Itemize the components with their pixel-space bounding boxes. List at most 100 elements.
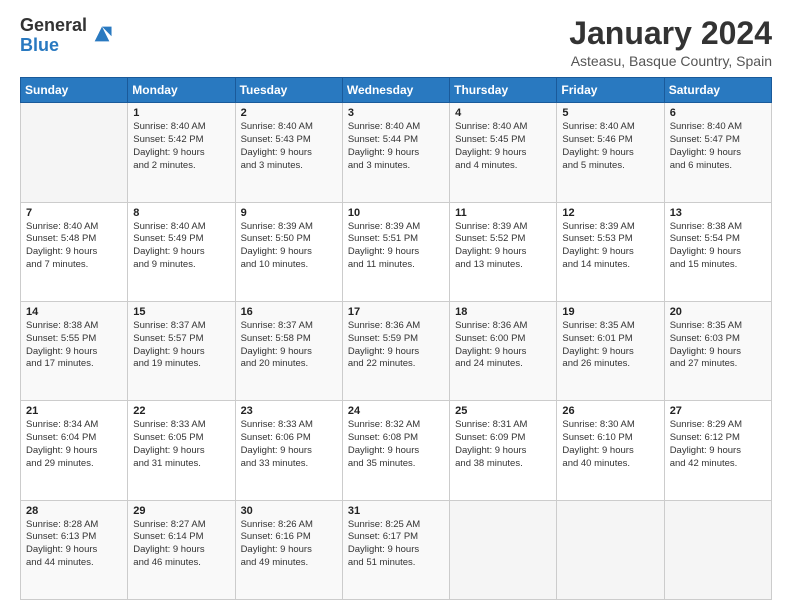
cell-date: 4: [455, 107, 551, 119]
calendar-cell: 18Sunrise: 8:36 AMSunset: 6:00 PMDayligh…: [450, 301, 557, 400]
calendar-cell: 15Sunrise: 8:37 AMSunset: 5:57 PMDayligh…: [128, 301, 235, 400]
cell-info: Sunrise: 8:25 AMSunset: 6:17 PMDaylight:…: [348, 519, 444, 570]
logo-blue: Blue: [20, 36, 87, 56]
calendar-cell: 30 Sunrise: 8:26 AMSunset: 6:16 PMDayligh…: [235, 500, 342, 599]
cell-info: Sunrise: 8:40 AMSunset: 5:42 PMDaylight:…: [133, 121, 229, 172]
calendar-day-header: Wednesday: [342, 78, 449, 103]
title-block: January 2024 Asteasu, Basque Country, Sp…: [569, 16, 772, 69]
cell-date: 30: [241, 505, 337, 517]
cell-date: 14: [26, 306, 122, 318]
calendar-cell: 1Sunrise: 8:40 AMSunset: 5:42 PMDaylight…: [128, 103, 235, 202]
calendar-day-header: Thursday: [450, 78, 557, 103]
cell-info: Sunrise: 8:39 AMSunset: 5:50 PMDaylight:…: [241, 221, 337, 272]
header: General Blue January 2024 Asteasu, Basqu…: [20, 16, 772, 69]
calendar-cell: 4 Sunrise: 8:40 AMSunset: 5:45 PMDaylight…: [450, 103, 557, 202]
cell-date: 22: [133, 405, 229, 417]
calendar-header-row: SundayMondayTuesdayWednesdayThursdayFrid…: [21, 78, 772, 103]
cell-info: Sunrise: 8:40 AMSunset: 5:45 PMDaylight:…: [455, 121, 551, 172]
cell-info: Sunrise: 8:39 AMSunset: 5:53 PMDaylight:…: [562, 221, 658, 272]
calendar-cell: 16Sunrise: 8:37 AMSunset: 5:58 PMDayligh…: [235, 301, 342, 400]
subtitle: Asteasu, Basque Country, Spain: [569, 53, 772, 69]
logo-general: General: [20, 16, 87, 36]
cell-info: Sunrise: 8:32 AMSunset: 6:08 PMDaylight:…: [348, 419, 444, 470]
calendar-week-row: 21Sunrise: 8:34 AMSunset: 6:04 PMDayligh…: [21, 401, 772, 500]
calendar-day-header: Tuesday: [235, 78, 342, 103]
calendar-cell: 20Sunrise: 8:35 AMSunset: 6:03 PMDayligh…: [664, 301, 771, 400]
cell-info: Sunrise: 8:40 AMSunset: 5:43 PMDaylight:…: [241, 121, 337, 172]
cell-info: Sunrise: 8:40 AMSunset: 5:46 PMDaylight:…: [562, 121, 658, 172]
calendar-cell: 25 Sunrise: 8:31 AMSunset: 6:09 PMDayligh…: [450, 401, 557, 500]
calendar-cell: 7Sunrise: 8:40 AMSunset: 5:48 PMDaylight…: [21, 202, 128, 301]
cell-date: 26: [562, 405, 658, 417]
calendar-cell: 13 Sunrise: 8:38 AMSunset: 5:54 PMDayligh…: [664, 202, 771, 301]
calendar-cell: 28 Sunrise: 8:28 AMSunset: 6:13 PMDayligh…: [21, 500, 128, 599]
calendar-cell: 22 Sunrise: 8:33 AMSunset: 6:05 PMDayligh…: [128, 401, 235, 500]
cell-info: Sunrise: 8:34 AMSunset: 6:04 PMDaylight:…: [26, 419, 122, 470]
cell-date: 7: [26, 207, 122, 219]
calendar-week-row: 14 Sunrise: 8:38 AMSunset: 5:55 PMDayligh…: [21, 301, 772, 400]
calendar-week-row: 1Sunrise: 8:40 AMSunset: 5:42 PMDaylight…: [21, 103, 772, 202]
calendar-day-header: Friday: [557, 78, 664, 103]
cell-info: Sunrise: 8:38 AMSunset: 5:54 PMDaylight:…: [670, 221, 766, 272]
calendar-cell: 10Sunrise: 8:39 AMSunset: 5:51 PMDayligh…: [342, 202, 449, 301]
cell-date: 19: [562, 306, 658, 318]
cell-date: 11: [455, 207, 551, 219]
cell-date: 28: [26, 505, 122, 517]
cell-info: Sunrise: 8:35 AMSunset: 6:01 PMDaylight:…: [562, 320, 658, 371]
calendar-cell: 23Sunrise: 8:33 AMSunset: 6:06 PMDayligh…: [235, 401, 342, 500]
cell-date: 9: [241, 207, 337, 219]
calendar-week-row: 28 Sunrise: 8:28 AMSunset: 6:13 PMDayligh…: [21, 500, 772, 599]
cell-date: 24: [348, 405, 444, 417]
cell-date: 29: [133, 505, 229, 517]
cell-info: Sunrise: 8:35 AMSunset: 6:03 PMDaylight:…: [670, 320, 766, 371]
cell-date: 10: [348, 207, 444, 219]
cell-date: 5: [562, 107, 658, 119]
main-title: January 2024: [569, 16, 772, 51]
calendar-cell: 12 Sunrise: 8:39 AMSunset: 5:53 PMDayligh…: [557, 202, 664, 301]
cell-date: 18: [455, 306, 551, 318]
calendar-cell: 24 Sunrise: 8:32 AMSunset: 6:08 PMDayligh…: [342, 401, 449, 500]
cell-info: Sunrise: 8:37 AMSunset: 5:58 PMDaylight:…: [241, 320, 337, 371]
cell-date: 15: [133, 306, 229, 318]
cell-date: 17: [348, 306, 444, 318]
cell-date: 31: [348, 505, 444, 517]
cell-date: 27: [670, 405, 766, 417]
calendar-cell: 8Sunrise: 8:40 AMSunset: 5:49 PMDaylight…: [128, 202, 235, 301]
calendar-day-header: Monday: [128, 78, 235, 103]
calendar-cell: 17Sunrise: 8:36 AMSunset: 5:59 PMDayligh…: [342, 301, 449, 400]
calendar-cell: 3 Sunrise: 8:40 AMSunset: 5:44 PMDaylight…: [342, 103, 449, 202]
cell-info: Sunrise: 8:31 AMSunset: 6:09 PMDaylight:…: [455, 419, 551, 470]
calendar-cell: [21, 103, 128, 202]
calendar-cell: 2 Sunrise: 8:40 AMSunset: 5:43 PMDaylight…: [235, 103, 342, 202]
calendar-cell: 29 Sunrise: 8:27 AMSunset: 6:14 PMDayligh…: [128, 500, 235, 599]
cell-info: Sunrise: 8:38 AMSunset: 5:55 PMDaylight:…: [26, 320, 122, 371]
calendar-header: SundayMondayTuesdayWednesdayThursdayFrid…: [21, 78, 772, 103]
cell-info: Sunrise: 8:40 AMSunset: 5:47 PMDaylight:…: [670, 121, 766, 172]
cell-info: Sunrise: 8:33 AMSunset: 6:06 PMDaylight:…: [241, 419, 337, 470]
cell-info: Sunrise: 8:27 AMSunset: 6:14 PMDaylight:…: [133, 519, 229, 570]
calendar-cell: 19 Sunrise: 8:35 AMSunset: 6:01 PMDayligh…: [557, 301, 664, 400]
cell-date: 2: [241, 107, 337, 119]
calendar-cell: 14 Sunrise: 8:38 AMSunset: 5:55 PMDayligh…: [21, 301, 128, 400]
calendar-cell: 21Sunrise: 8:34 AMSunset: 6:04 PMDayligh…: [21, 401, 128, 500]
calendar-cell: [557, 500, 664, 599]
calendar-cell: 27Sunrise: 8:29 AMSunset: 6:12 PMDayligh…: [664, 401, 771, 500]
calendar-cell: 26Sunrise: 8:30 AMSunset: 6:10 PMDayligh…: [557, 401, 664, 500]
logo: General Blue: [20, 16, 113, 56]
calendar-cell: 31 Sunrise: 8:25 AMSunset: 6:17 PMDayligh…: [342, 500, 449, 599]
calendar-cell: 5 Sunrise: 8:40 AMSunset: 5:46 PMDaylight…: [557, 103, 664, 202]
logo-text: General Blue: [20, 16, 87, 56]
cell-date: 6: [670, 107, 766, 119]
cell-info: Sunrise: 8:33 AMSunset: 6:05 PMDaylight:…: [133, 419, 229, 470]
cell-date: 25: [455, 405, 551, 417]
cell-info: Sunrise: 8:26 AMSunset: 6:16 PMDaylight:…: [241, 519, 337, 570]
calendar-cell: 6 Sunrise: 8:40 AMSunset: 5:47 PMDaylight…: [664, 103, 771, 202]
logo-icon: [91, 23, 113, 45]
calendar-cell: 11Sunrise: 8:39 AMSunset: 5:52 PMDayligh…: [450, 202, 557, 301]
cell-date: 13: [670, 207, 766, 219]
cell-info: Sunrise: 8:28 AMSunset: 6:13 PMDaylight:…: [26, 519, 122, 570]
calendar-week-row: 7Sunrise: 8:40 AMSunset: 5:48 PMDaylight…: [21, 202, 772, 301]
cell-date: 3: [348, 107, 444, 119]
cell-date: 12: [562, 207, 658, 219]
cell-info: Sunrise: 8:40 AMSunset: 5:44 PMDaylight:…: [348, 121, 444, 172]
